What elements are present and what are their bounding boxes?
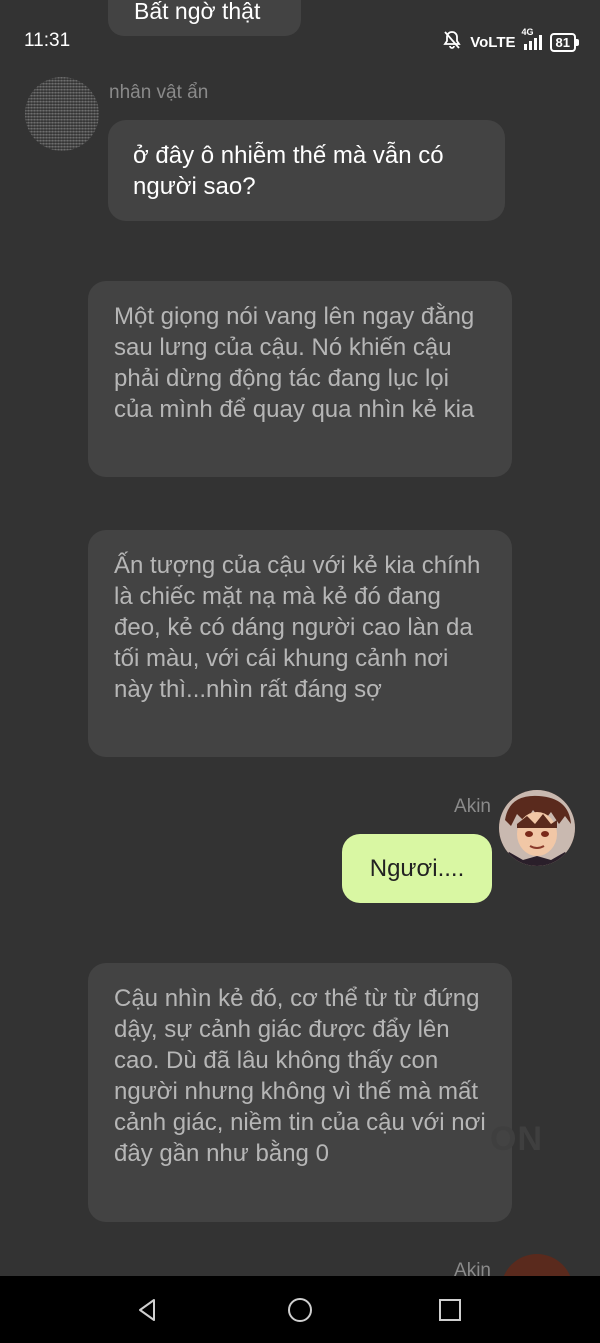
- signal-label: 4G: [521, 26, 534, 37]
- narration-bubble[interactable]: Cậu nhìn kẻ đó, cơ thể từ từ đứng dậy, s…: [88, 963, 512, 1222]
- avatar-hidden-character[interactable]: [25, 77, 99, 151]
- battery-icon: 81: [549, 32, 580, 52]
- recents-button[interactable]: [436, 1296, 464, 1324]
- sender-name: Akin: [454, 796, 491, 817]
- mute-bell-icon: [442, 30, 462, 54]
- recents-icon: [439, 1299, 461, 1321]
- home-icon: [288, 1298, 312, 1322]
- my-message-bubble[interactable]: Ngươi....: [342, 834, 492, 903]
- sender-name: nhân vật ẩn: [109, 82, 209, 103]
- narration-bubble[interactable]: Một giọng nói vang lên ngay đằng sau lưn…: [88, 281, 512, 477]
- message-bubble[interactable]: ở đây ô nhiễm thế mà vẫn có người sao?: [108, 120, 505, 221]
- narration-bubble[interactable]: Ấn tượng của cậu với kẻ kia chính là chi…: [88, 530, 512, 757]
- message-bubble-partial: Bất ngờ thật: [108, 0, 301, 36]
- status-time: 11:31: [24, 30, 71, 51]
- signal-icon: 4G: [522, 27, 542, 50]
- home-button[interactable]: [286, 1296, 314, 1324]
- status-icons: VoLTE 4G 81: [442, 27, 580, 54]
- message-text: Bất ngờ thật: [134, 0, 261, 24]
- avatar-akin[interactable]: [499, 790, 575, 866]
- back-button[interactable]: [134, 1296, 162, 1324]
- watermark-logo: ON: [490, 1120, 543, 1158]
- back-icon: [139, 1299, 155, 1321]
- akin-portrait-icon: [499, 790, 575, 866]
- message-text: Ngươi....: [369, 855, 465, 882]
- narration-text: Ấn tượng của cậu với kẻ kia chính là chi…: [114, 552, 481, 703]
- volte-label: VoLTE: [470, 33, 516, 51]
- message-text: ở đây ô nhiễm thế mà vẫn có người sao?: [133, 142, 444, 200]
- navigation-bar: [0, 1276, 600, 1343]
- narration-text: Cậu nhìn kẻ đó, cơ thể từ từ đứng dậy, s…: [114, 985, 486, 1167]
- battery-level: 81: [555, 34, 570, 50]
- narration-text: Một giọng nói vang lên ngay đằng sau lưn…: [114, 303, 475, 423]
